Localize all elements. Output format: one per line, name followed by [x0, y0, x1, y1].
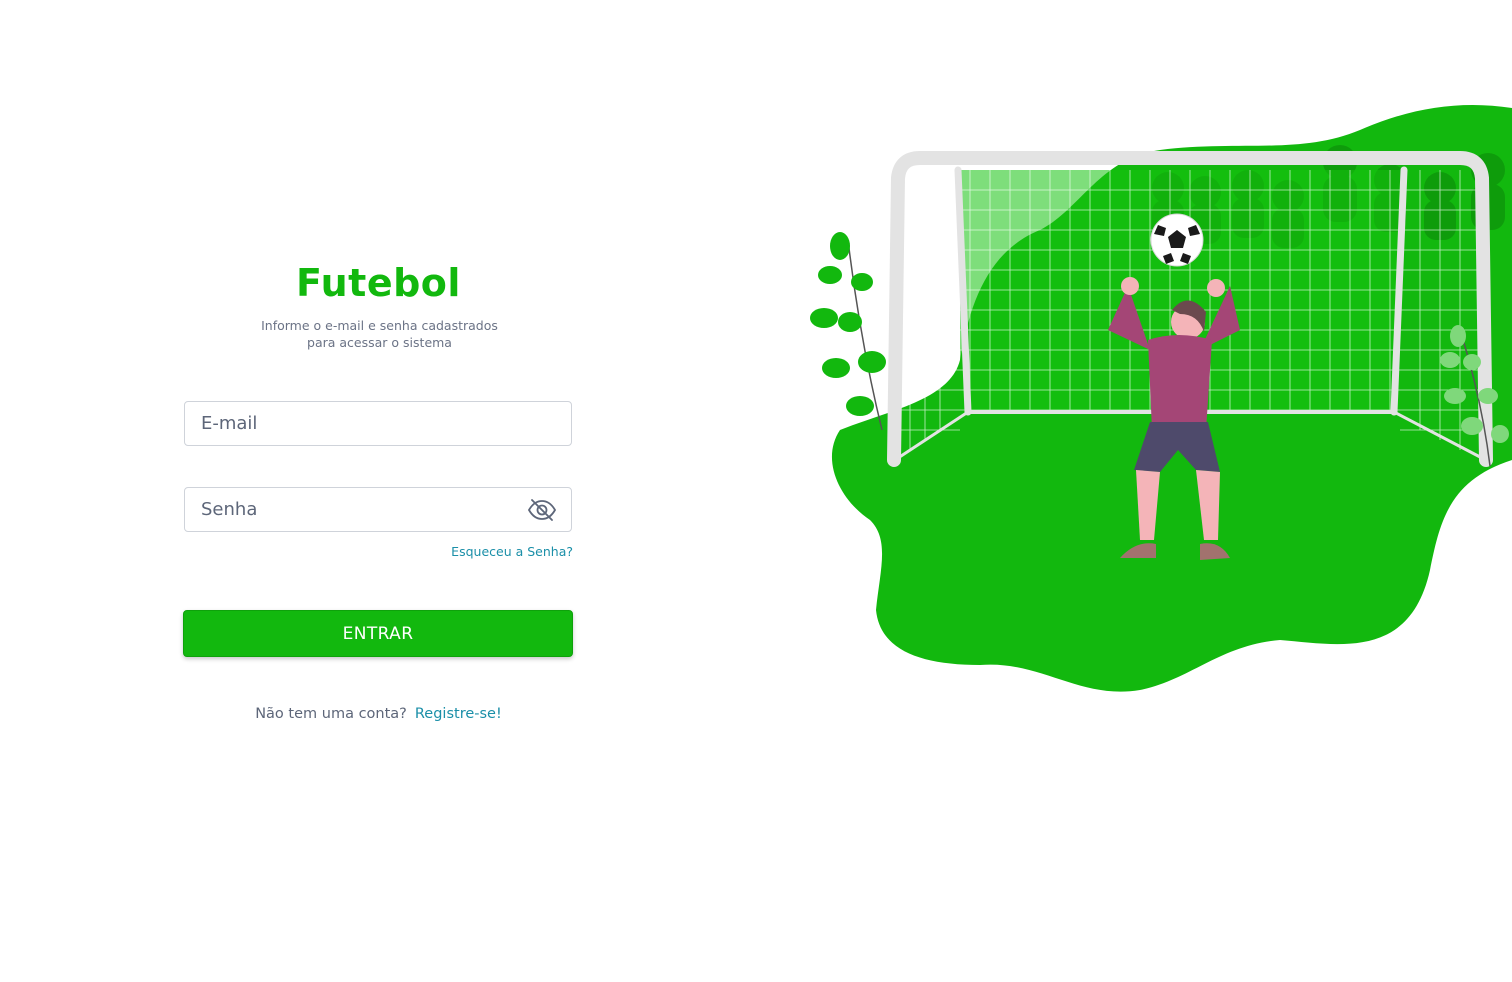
- eye-off-icon[interactable]: [527, 498, 557, 522]
- password-field: [184, 487, 572, 532]
- login-page: Futebol Informe o e-mail e senha cadastr…: [0, 0, 1512, 982]
- password-input[interactable]: [185, 488, 571, 531]
- forgot-password-link[interactable]: Esqueceu a Senha?: [451, 544, 573, 559]
- goalkeeper-illustration: [810, 104, 1512, 692]
- login-button[interactable]: ENTRAR: [183, 610, 573, 657]
- login-subtitle: Informe o e-mail e senha cadastrados par…: [183, 317, 574, 351]
- brand-title: Futebol: [296, 261, 461, 305]
- email-field: [184, 401, 572, 446]
- soccer-ball-icon: [1150, 213, 1204, 267]
- register-row: Não tem uma conta? Registre-se!: [183, 706, 574, 722]
- subtitle-line-2: para acessar o sistema: [307, 335, 452, 350]
- register-link[interactable]: Registre-se!: [415, 706, 502, 722]
- plant-left-decoration: [810, 232, 886, 431]
- login-panel: Futebol Informe o e-mail e senha cadastr…: [183, 258, 574, 722]
- subtitle-line-1: Informe o e-mail e senha cadastrados: [261, 318, 498, 333]
- register-prompt: Não tem uma conta?: [255, 706, 407, 722]
- email-input[interactable]: [185, 402, 571, 445]
